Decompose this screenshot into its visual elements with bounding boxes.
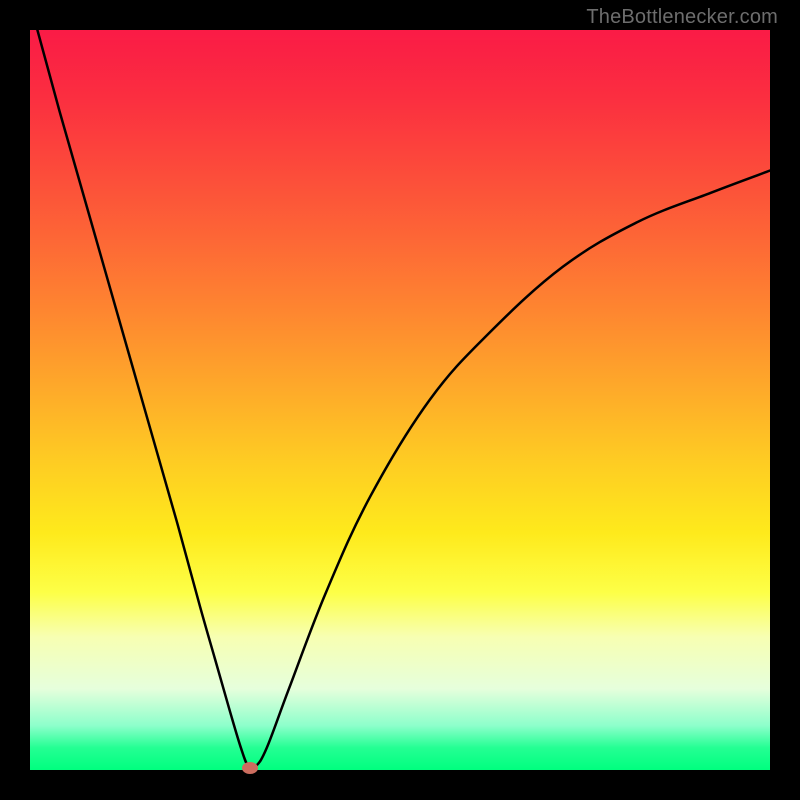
- bottleneck-curve: [30, 30, 770, 770]
- chart-frame: TheBottlenecker.com: [0, 0, 800, 800]
- curve-path: [37, 30, 770, 769]
- watermark-text: TheBottlenecker.com: [586, 6, 778, 29]
- optimal-point-marker: [242, 762, 258, 774]
